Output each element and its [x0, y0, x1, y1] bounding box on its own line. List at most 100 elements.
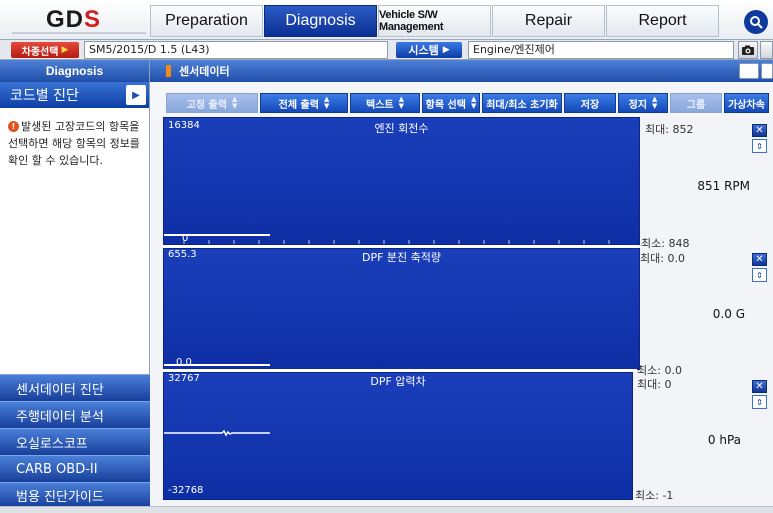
- page-title: 센서데이터: [179, 65, 230, 78]
- close-graph-button[interactable]: ✕: [752, 253, 767, 266]
- gds-logo: GDS: [46, 6, 102, 33]
- system-select-button[interactable]: 시스템 ▶: [396, 42, 462, 58]
- scale-min-label: 0.0: [176, 357, 192, 368]
- tab-label: Diagnosis: [285, 12, 356, 29]
- bottom-strip: [0, 506, 773, 513]
- sidebar-item-label: 오실로스코프: [16, 436, 88, 452]
- expand-icon: ⇕: [756, 270, 763, 280]
- sensor-value: 851 RPM: [697, 179, 750, 193]
- sidebar-item-label: 범용 진단가이드: [16, 489, 104, 505]
- sidebar-menu: 센서데이터 진단 주행데이터 분석 오실로스코프 CARB OBD-II 범용 …: [0, 374, 150, 507]
- system-select-label: 시스템: [408, 44, 439, 57]
- sidebar-item-label: 센서데이터 진단: [16, 382, 104, 398]
- info-icon: !: [8, 121, 19, 132]
- text-button[interactable]: 텍스트 ▲ ▼: [350, 93, 420, 113]
- time-ticks: [183, 240, 610, 244]
- close-graph-button[interactable]: ✕: [752, 380, 767, 393]
- tab-vehicle-sw-management[interactable]: Vehicle S/W Management: [378, 5, 491, 37]
- sensor-graph-dpf-soot: 655.3 DPF 분진 축적량 0.0: [163, 248, 640, 370]
- sensor-value: 0.0 G: [712, 307, 745, 321]
- tab-diagnosis[interactable]: Diagnosis: [264, 5, 377, 37]
- top-bar: GDS Preparation Diagnosis Vehicle S/W Ma…: [0, 0, 773, 40]
- expand-graph-button[interactable]: ⇕: [752, 139, 767, 153]
- sensor-max: 최대: 0.0: [640, 252, 685, 265]
- sensor-min: 최소: -1: [635, 489, 674, 502]
- button-label: 저장: [580, 99, 600, 111]
- close-icon: ✕: [755, 125, 764, 136]
- tab-label: Preparation: [165, 12, 248, 29]
- sensor-max: 최대: 852: [645, 123, 694, 136]
- button-label: 최대/최소 초기화: [486, 99, 558, 111]
- tab-report[interactable]: Report: [606, 5, 719, 37]
- tab-repair[interactable]: Repair: [492, 5, 605, 37]
- tab-preparation[interactable]: Preparation: [150, 5, 263, 37]
- sidebar-description: ! 발생된 고장코드의 항목을 선택하면 해당 항목의 정보를 확인 할 수 있습…: [0, 108, 149, 179]
- sensor-max: 최대: 0: [637, 378, 672, 391]
- logo-underline: [12, 32, 146, 34]
- expand-graph-button[interactable]: ⇕: [752, 395, 767, 409]
- button-label: 전체 출력: [278, 99, 319, 111]
- virtual-speed-button[interactable]: 가상차속: [724, 93, 769, 113]
- expand-icon: ⇕: [756, 397, 763, 407]
- close-icon: ✕: [755, 381, 764, 392]
- button-label: 텍스트: [366, 99, 394, 111]
- button-label: 항목 선택: [425, 99, 466, 111]
- group-button[interactable]: 그룹: [670, 93, 722, 113]
- updown-icon: ▲ ▼: [398, 95, 404, 110]
- camera-icon: [742, 45, 754, 55]
- expand-graph-button[interactable]: ⇕: [752, 268, 767, 282]
- screenshot-button[interactable]: [738, 41, 758, 59]
- item-select-button[interactable]: 항목 선택 ▲ ▼: [422, 93, 480, 113]
- stop-button[interactable]: 정지 ▲ ▼: [618, 93, 668, 113]
- vehicle-field: SM5/2015/D 1.5 (L43): [84, 41, 388, 59]
- button-label: 그룹: [686, 99, 706, 111]
- play-arrow-icon: ▶: [61, 45, 69, 55]
- sensor-graph-dpf-pressure: 32767 DPF 압력차 -32768: [163, 372, 633, 500]
- updown-icon: ▲ ▼: [323, 95, 330, 110]
- scale-min-label: -32768: [168, 485, 204, 496]
- tab-label: Repair: [524, 12, 573, 29]
- sidebar-item-generic-guide[interactable]: 범용 진단가이드: [0, 482, 150, 507]
- button-label: 정지: [628, 99, 647, 111]
- fixed-output-button[interactable]: 고정 출력 ▲ ▼: [166, 93, 258, 113]
- sidebar-item-driving-data[interactable]: 주행데이터 분석: [0, 401, 150, 428]
- close-graph-button[interactable]: ✕: [752, 124, 767, 137]
- play-arrow-icon: ▶: [442, 45, 450, 55]
- system-field: Engine/엔진제어: [468, 41, 734, 59]
- full-output-button[interactable]: 전체 출력 ▲ ▼: [260, 93, 348, 113]
- updown-icon: ▲ ▼: [470, 95, 477, 110]
- header-extra-button[interactable]: [761, 63, 773, 79]
- updown-icon: ▲ ▼: [231, 95, 238, 110]
- sidebar-title: 코드별 진단: [10, 88, 79, 104]
- sidebar-item-label: CARB OBD-II: [16, 461, 98, 477]
- sidebar-item-sensor-data[interactable]: 센서데이터 진단: [0, 374, 150, 401]
- search-button[interactable]: [744, 10, 768, 34]
- sidebar-section-code-diagnosis[interactable]: 코드별 진단 ▶: [0, 82, 149, 108]
- tab-label: Report: [638, 12, 687, 29]
- signal-trace: [164, 364, 270, 366]
- sidebar-item-carb-obd[interactable]: CARB OBD-II: [0, 455, 150, 482]
- sensor-title: DPF 분진 축적량: [361, 251, 442, 264]
- sensor-title: DPF 압력차: [370, 375, 426, 388]
- sensor-title: 엔진 회전수: [374, 122, 429, 135]
- main-header: 센서데이터: [150, 60, 773, 82]
- search-icon: [750, 16, 763, 29]
- play-arrow-icon[interactable]: ▶: [126, 85, 146, 105]
- description-text: 발생된 고장코드의 항목을 선택하면 해당 항목의 정보를 확인 할 수 있습니…: [8, 120, 140, 167]
- button-label: 고정 출력: [186, 99, 227, 111]
- toolbar: 고정 출력 ▲ ▼ 전체 출력 ▲ ▼ 텍스트 ▲ ▼ 항목 선택 ▲ ▼ 최대/최소 초기화 …: [150, 82, 773, 116]
- sensor-graph-engine-rpm: 16384 엔진 회전수 0: [163, 117, 640, 245]
- reset-minmax-button[interactable]: 최대/최소 초기화: [482, 93, 562, 113]
- sidebar-item-label: 주행데이터 분석: [16, 409, 104, 425]
- signal-trace: [164, 429, 270, 437]
- vehicle-select-button[interactable]: 차종선택 ▶: [11, 42, 79, 58]
- sidebar-header: Diagnosis: [0, 60, 149, 82]
- save-button[interactable]: 저장: [564, 93, 616, 113]
- vehicle-bar: 차종선택 ▶ SM5/2015/D 1.5 (L43) 시스템 ▶ Engine/엔…: [0, 40, 773, 60]
- sensor-value: 0 hPa: [707, 433, 741, 447]
- sidebar-item-oscilloscope[interactable]: 오실로스코프: [0, 428, 150, 455]
- button-label: 가상차속: [728, 99, 765, 111]
- secondary-tool-button[interactable]: [760, 41, 773, 59]
- close-icon: ✕: [755, 254, 764, 265]
- retry-button[interactable]: [739, 63, 759, 79]
